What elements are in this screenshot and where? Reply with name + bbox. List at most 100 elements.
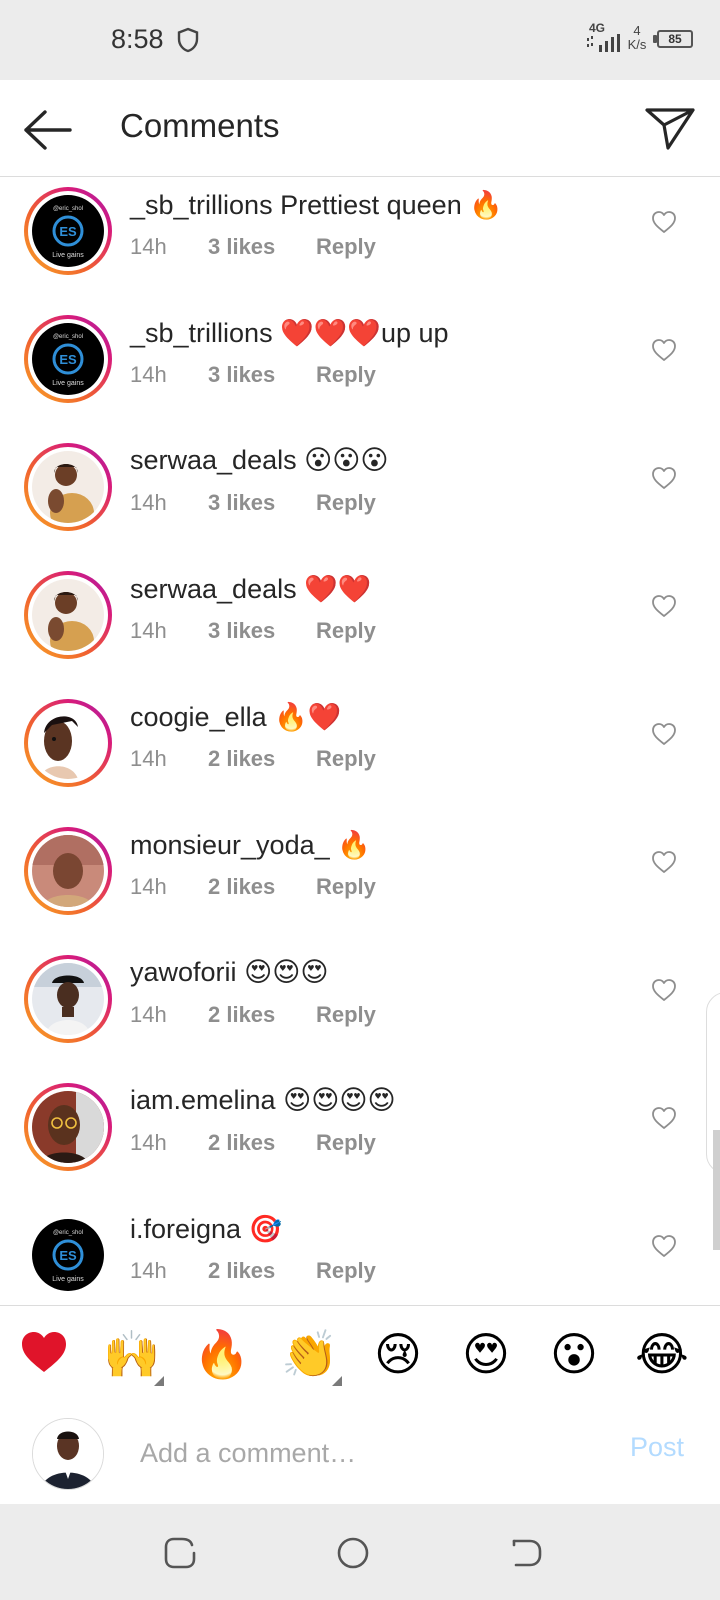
- comment-likes[interactable]: 2 likes: [208, 874, 316, 900]
- logo-handle: @eric_shol: [53, 334, 83, 340]
- comment-text: yawoforii 😍😍😍: [130, 957, 329, 988]
- heart-icon[interactable]: [651, 466, 677, 490]
- comment-time: 14h: [130, 1258, 167, 1283]
- back-nav-icon[interactable]: [508, 1535, 544, 1571]
- reply-button[interactable]: Reply: [316, 490, 376, 516]
- reaction-surprised-button[interactable]: 😮: [542, 1322, 606, 1386]
- story-ring[interactable]: [24, 571, 112, 659]
- status-time: 8:58: [111, 24, 164, 54]
- home-icon[interactable]: [335, 1535, 371, 1571]
- comment-username[interactable]: i.foreigna: [130, 1214, 241, 1244]
- heart-icon[interactable]: [651, 1106, 677, 1130]
- comment-list[interactable]: @eric_shol ES Live gains _sb_trillions P…: [0, 177, 720, 1301]
- avatar: @eric_shol ES Live gains: [32, 323, 104, 395]
- comment-username[interactable]: yawoforii: [130, 957, 237, 987]
- reply-button[interactable]: Reply: [316, 1130, 376, 1156]
- logo-tagline: Live gains: [52, 252, 84, 259]
- heart-icon[interactable]: [651, 1234, 677, 1258]
- comment-body: ❤️❤️❤️up up: [280, 318, 449, 348]
- heart-icon[interactable]: [651, 978, 677, 1002]
- reaction-heart-button[interactable]: [12, 1322, 76, 1386]
- avatar: [32, 451, 104, 523]
- reaction-laughing-button[interactable]: 😂: [630, 1322, 694, 1386]
- network-speed: 4 K/s: [622, 24, 652, 52]
- reply-button[interactable]: Reply: [316, 618, 376, 644]
- comment-time: 14h: [130, 746, 167, 771]
- heart-icon[interactable]: [651, 210, 677, 234]
- reaction-fire-button[interactable]: 🔥: [190, 1322, 254, 1386]
- send-icon[interactable]: [644, 102, 696, 154]
- story-ring[interactable]: [24, 827, 112, 915]
- comment-meta: 14h 2 likes Reply: [130, 746, 376, 772]
- heart-icon[interactable]: [651, 594, 677, 618]
- post-button[interactable]: Post: [630, 1432, 684, 1463]
- comment-meta: 14h 2 likes Reply: [130, 1002, 376, 1028]
- comment-text: iam.emelina 😍😍😍😍: [130, 1085, 396, 1116]
- comment-username[interactable]: iam.emelina: [130, 1085, 276, 1115]
- comment-username[interactable]: monsieur_yoda_: [130, 830, 330, 860]
- signal-icon: [587, 34, 620, 52]
- comment-time: 14h: [130, 874, 167, 899]
- comment-likes[interactable]: 2 likes: [208, 1002, 316, 1028]
- heart-icon[interactable]: [651, 850, 677, 874]
- comment-body: 🔥: [337, 830, 371, 860]
- comment-item: iam.emelina 😍😍😍😍 14h 2 likes Reply: [0, 1073, 720, 1201]
- comment-username[interactable]: _sb_trillions: [130, 318, 273, 348]
- story-ring[interactable]: [24, 955, 112, 1043]
- my-profile-photo: [33, 1419, 103, 1489]
- comment-body: 🔥❤️: [274, 702, 342, 732]
- comment-likes[interactable]: 2 likes: [208, 746, 316, 772]
- comment-username[interactable]: _sb_trillions: [130, 190, 273, 220]
- reaction-crying-button[interactable]: 😢: [366, 1322, 430, 1386]
- comment-meta: 14h 2 likes Reply: [130, 874, 376, 900]
- page-title: Comments: [120, 107, 280, 144]
- comment-likes[interactable]: 3 likes: [208, 618, 316, 644]
- reaction-heart-eyes-button[interactable]: 😍: [454, 1322, 518, 1386]
- comment-likes[interactable]: 2 likes: [208, 1130, 316, 1156]
- recent-apps-icon[interactable]: [162, 1535, 198, 1571]
- comment-item: @eric_shol ES Live gains _sb_trillions P…: [0, 177, 720, 305]
- comment-likes[interactable]: 3 likes: [208, 490, 316, 516]
- profile-illustration: [32, 707, 104, 779]
- comment-input[interactable]: [138, 1426, 592, 1480]
- comment-text: _sb_trillions ❤️❤️❤️up up: [130, 317, 449, 349]
- comment-item: serwaa_deals 😮😮😮 14h 3 likes Reply: [0, 433, 720, 561]
- raised-hands-icon: 🙌: [103, 1327, 161, 1381]
- story-ring[interactable]: [24, 443, 112, 531]
- reaction-raised-hands-button[interactable]: 🙌: [100, 1322, 164, 1386]
- reply-button[interactable]: Reply: [316, 1002, 376, 1028]
- heart-eyes-icon: 😍: [462, 1327, 510, 1381]
- story-ring[interactable]: @eric_shol ES Live gains: [24, 315, 112, 403]
- story-ring[interactable]: @eric_shol ES Live gains: [24, 187, 112, 275]
- reply-button[interactable]: Reply: [316, 234, 376, 260]
- story-ring[interactable]: [24, 699, 112, 787]
- reply-button[interactable]: Reply: [316, 746, 376, 772]
- reply-button[interactable]: Reply: [316, 362, 376, 388]
- comment-username[interactable]: coogie_ella: [130, 702, 267, 732]
- fire-icon: 🔥: [193, 1327, 251, 1381]
- heart-icon[interactable]: [651, 722, 677, 746]
- comment-item: @eric_shol ES Live gains _sb_trillions ❤…: [0, 305, 720, 433]
- network-speed-value: 4: [633, 23, 641, 38]
- story-ring[interactable]: [24, 1083, 112, 1171]
- status-bar: 8:58 4G 4 K/s 85: [0, 0, 720, 80]
- avatar-wrapper[interactable]: @eric_shol ES Live gains: [24, 1211, 112, 1299]
- back-arrow-icon[interactable]: [18, 102, 74, 158]
- comment-likes[interactable]: 3 likes: [208, 362, 316, 388]
- comment-username[interactable]: serwaa_deals: [130, 574, 297, 604]
- comment-likes[interactable]: 3 likes: [208, 234, 316, 260]
- logo-initials: ES: [59, 224, 77, 239]
- logo-initials: ES: [59, 352, 77, 367]
- reply-button[interactable]: Reply: [316, 874, 376, 900]
- comment-likes[interactable]: 2 likes: [208, 1258, 316, 1284]
- scrollbar-thumb[interactable]: [713, 1130, 720, 1250]
- avatar: [32, 579, 104, 651]
- comment-username[interactable]: serwaa_deals: [130, 445, 297, 475]
- comment-time: 14h: [130, 1002, 167, 1027]
- comment-item: monsieur_yoda_ 🔥 14h 2 likes Reply: [0, 817, 720, 945]
- comment-body: 🎯: [248, 1214, 283, 1244]
- reply-button[interactable]: Reply: [316, 1258, 376, 1284]
- heart-icon[interactable]: [651, 338, 677, 362]
- reaction-clap-button[interactable]: 👏: [278, 1322, 342, 1386]
- logo-handle: @eric_shol: [53, 1230, 83, 1236]
